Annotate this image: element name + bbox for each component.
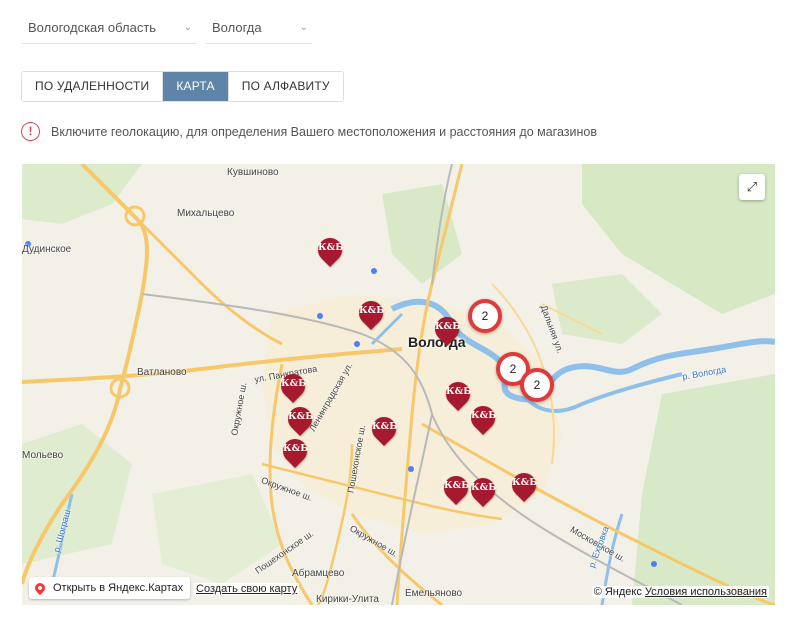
store-marker[interactable]: К&Б (507, 468, 541, 507)
city-select[interactable]: Вологда ⌄ (206, 14, 312, 44)
copyright-text: © Яндекс (593, 586, 642, 598)
store-marker[interactable]: К&Б (313, 233, 347, 272)
store-map[interactable]: Кувшиново Михальцево Дудинское Ватланово… (22, 164, 775, 605)
store-marker[interactable]: К&Б (283, 402, 317, 441)
open-yandex-maps-button[interactable]: Открыть в Яндекс.Картах (29, 577, 191, 599)
geolocation-notice: ! Включите геолокацию, для определения В… (21, 122, 597, 141)
place-label: Абрамцево (292, 568, 345, 579)
geolocation-notice-text: Включите геолокацию, для определения Ваш… (51, 124, 597, 139)
store-cluster[interactable]: 2 (520, 368, 554, 402)
map-background (22, 164, 775, 605)
store-marker[interactable]: К&Б (354, 296, 388, 335)
location-pin-icon (32, 580, 48, 596)
tab-map[interactable]: КАРТА (163, 72, 229, 101)
store-marker[interactable]: К&Б (466, 473, 500, 512)
region-select[interactable]: Вологодская область ⌄ (22, 14, 196, 44)
place-label: Михальцево (177, 208, 235, 219)
store-marker[interactable]: К&Б (367, 412, 401, 451)
terms-link[interactable]: Условия использования (645, 586, 767, 598)
city-select-value: Вологда (212, 20, 262, 35)
store-cluster[interactable]: 2 (468, 299, 502, 333)
create-map-link[interactable]: Создать свою карту (194, 583, 300, 595)
view-tabs: ПО УДАЛЕННОСТИ КАРТА ПО АЛФАВИТУ (21, 71, 344, 102)
place-label: Кирики-Улита (316, 594, 379, 605)
store-marker[interactable]: К&Б (466, 401, 500, 440)
open-yandex-maps-label: Открыть в Яндекс.Картах (53, 582, 184, 594)
place-label: Мольево (22, 450, 64, 461)
tab-alphabetical[interactable]: ПО АЛФАВИТУ (228, 72, 343, 101)
store-marker[interactable]: К&Б (276, 369, 310, 408)
place-label: Кувшиново (227, 167, 279, 178)
store-marker[interactable]: К&Б (430, 312, 464, 351)
store-marker[interactable]: К&Б (439, 471, 473, 510)
tab-by-distance[interactable]: ПО УДАЛЕННОСТИ (22, 72, 164, 101)
place-label: Ватланово (137, 367, 187, 378)
map-copyright: © Яндекс Условия использования (591, 586, 769, 598)
expand-icon[interactable]: ⤢ (739, 174, 765, 200)
store-marker[interactable]: К&Б (278, 434, 312, 473)
store-marker[interactable]: К&Б (441, 377, 475, 416)
chevron-down-icon: ⌄ (183, 22, 192, 33)
chevron-down-icon: ⌄ (299, 22, 308, 33)
place-label: Емельяново (405, 588, 463, 599)
region-select-value: Вологодская область (28, 20, 157, 35)
alert-icon: ! (21, 122, 40, 141)
place-label: Дудинское (22, 244, 72, 255)
